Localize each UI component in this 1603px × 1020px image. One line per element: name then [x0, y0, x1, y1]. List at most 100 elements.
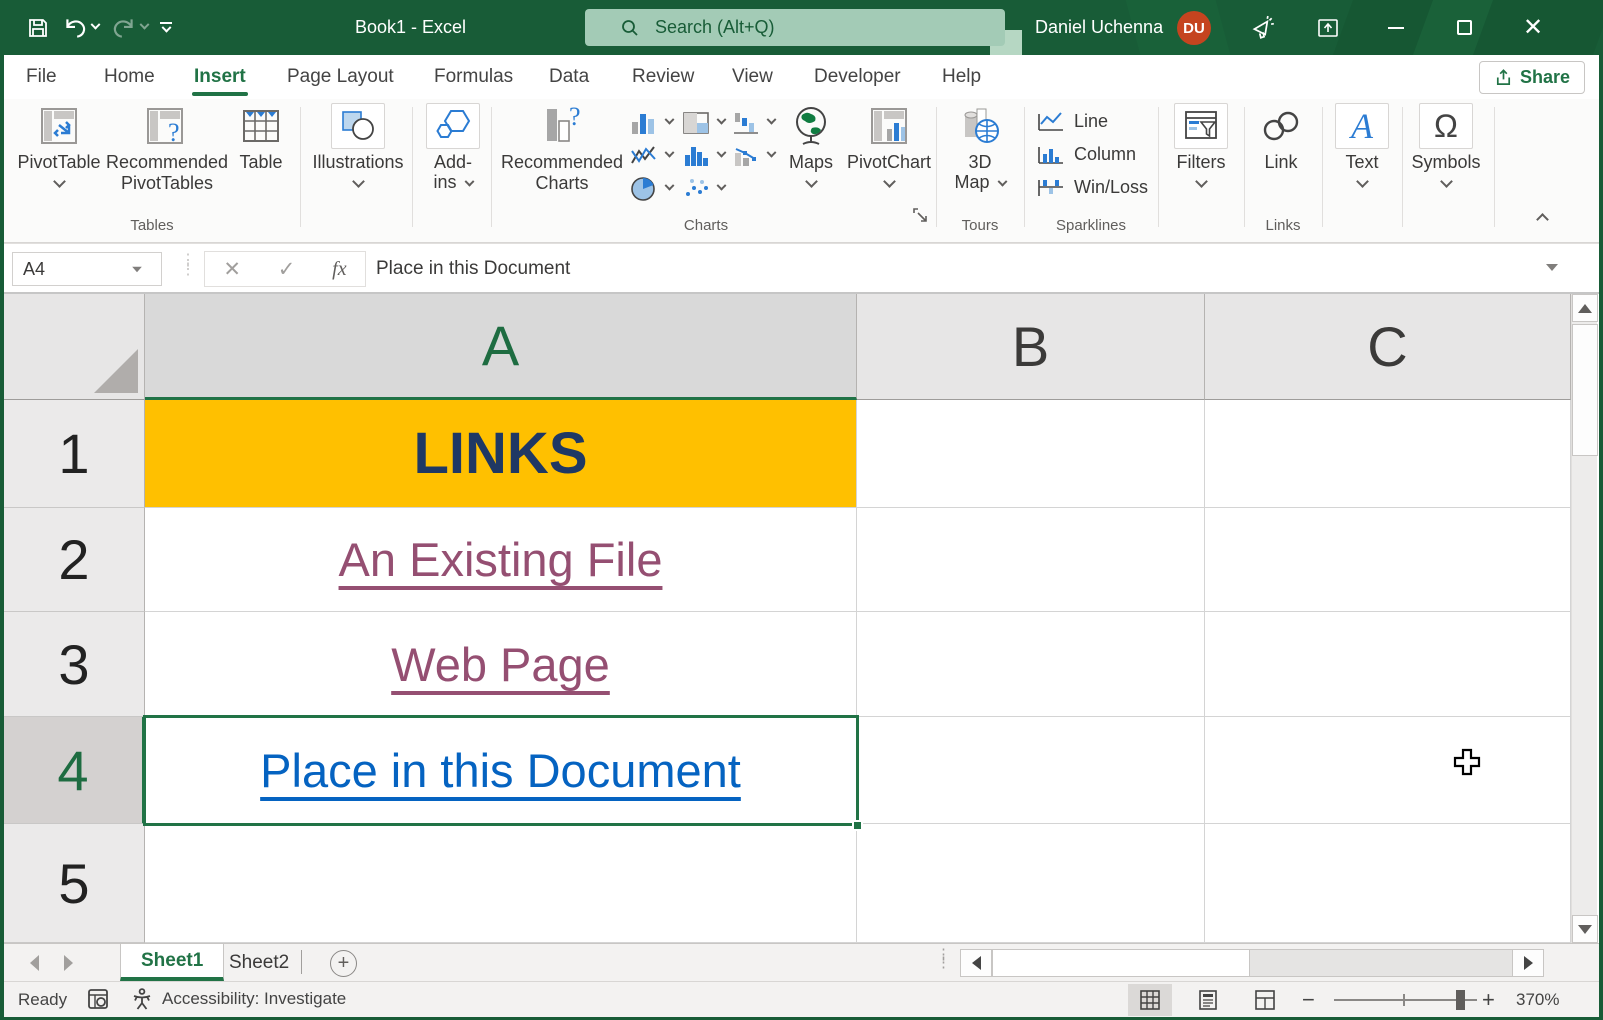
maps-dropdown-chevron[interactable]: [805, 175, 818, 188]
pivottable-dropdown-chevron[interactable]: [53, 175, 66, 188]
insert-column-chart-button[interactable]: [628, 107, 680, 138]
addins-button[interactable]: Add- ins: [418, 103, 488, 193]
pivottable-button[interactable]: PivotTable: [14, 103, 104, 186]
cell-c3[interactable]: [1205, 612, 1571, 717]
tab-view[interactable]: View: [728, 55, 777, 99]
tab-page-layout[interactable]: Page Layout: [283, 55, 398, 99]
redo-dropdown-chevron[interactable]: [140, 20, 150, 30]
zoom-in-button[interactable]: +: [1482, 987, 1495, 1013]
hyperlink-place-in-document[interactable]: Place in this Document: [260, 743, 741, 798]
tab-file[interactable]: File: [22, 55, 61, 99]
sparkline-winloss-button[interactable]: Win/Loss: [1036, 172, 1148, 202]
fill-handle[interactable]: [852, 820, 863, 831]
illustrations-dropdown-chevron[interactable]: [352, 175, 365, 188]
scroll-up-button[interactable]: [1572, 294, 1598, 322]
name-box-input[interactable]: [13, 259, 123, 280]
zoom-level[interactable]: 370%: [1516, 990, 1559, 1010]
customize-quick-access-button[interactable]: [154, 8, 178, 48]
insert-function-icon[interactable]: fx: [332, 258, 346, 281]
maximize-button[interactable]: [1441, 0, 1487, 55]
macro-record-button[interactable]: [86, 987, 110, 1016]
column-header-a[interactable]: A: [145, 294, 857, 400]
horizontal-scrollbar-thumb[interactable]: [992, 949, 1250, 977]
insert-hierarchy-chart-button[interactable]: [680, 107, 732, 138]
row-header-3[interactable]: 3: [4, 612, 145, 717]
insert-combo-chart-button[interactable]: [730, 140, 782, 171]
maps-button[interactable]: Maps: [782, 103, 840, 186]
minimize-button[interactable]: [1373, 0, 1419, 55]
sparkline-line-button[interactable]: Line: [1036, 106, 1108, 136]
tab-insert[interactable]: Insert: [190, 55, 250, 99]
illustrations-button[interactable]: Illustrations: [308, 103, 408, 186]
cell-c2[interactable]: [1205, 508, 1571, 612]
redo-button[interactable]: [105, 8, 154, 48]
cell-b5[interactable]: [857, 824, 1205, 943]
cell-c4[interactable]: [1205, 717, 1571, 824]
tab-help[interactable]: Help: [938, 55, 985, 99]
scroll-down-button[interactable]: [1572, 915, 1598, 943]
share-button[interactable]: Share: [1479, 61, 1585, 94]
scrollbar-resize-grip[interactable]: ⋮⋮: [936, 951, 951, 967]
close-button[interactable]: ✕: [1510, 0, 1556, 55]
filters-dropdown-chevron[interactable]: [1195, 175, 1208, 188]
insert-line-chart-button[interactable]: [628, 140, 680, 171]
undo-dropdown-chevron[interactable]: [91, 20, 101, 30]
cell-b4[interactable]: [857, 717, 1205, 824]
column-header-c[interactable]: C: [1205, 294, 1571, 400]
horizontal-scrollbar[interactable]: [960, 949, 1544, 977]
tab-home[interactable]: Home: [100, 55, 159, 99]
tab-developer[interactable]: Developer: [810, 55, 905, 99]
cell-a2[interactable]: An Existing File: [145, 508, 857, 612]
cell-b3[interactable]: [857, 612, 1205, 717]
scroll-left-button[interactable]: [960, 949, 992, 977]
cell-a5[interactable]: [145, 824, 857, 943]
cell-a4[interactable]: Place in this Document: [145, 717, 857, 824]
insert-scatter-chart-button[interactable]: [680, 173, 732, 204]
insert-statistic-chart-button[interactable]: [680, 140, 732, 171]
scroll-right-button[interactable]: [1512, 949, 1544, 977]
tab-review[interactable]: Review: [628, 55, 698, 99]
new-sheet-button[interactable]: +: [330, 950, 357, 977]
symbols-button[interactable]: Ω Symbols: [1408, 103, 1484, 186]
insert-waterfall-chart-button[interactable]: [730, 107, 782, 138]
link-button[interactable]: Link: [1250, 103, 1312, 173]
3d-map-dropdown-chevron[interactable]: [997, 177, 1007, 187]
enter-check-icon[interactable]: ✓: [278, 257, 296, 282]
filters-button[interactable]: Filters: [1164, 103, 1238, 186]
view-normal-button[interactable]: [1128, 984, 1172, 1016]
formula-bar-grip[interactable]: ⋮⋮: [180, 256, 196, 274]
hyperlink-web-page[interactable]: Web Page: [391, 637, 610, 692]
search-input[interactable]: [655, 17, 985, 38]
row-header-2[interactable]: 2: [4, 508, 145, 612]
tab-formulas[interactable]: Formulas: [430, 55, 517, 99]
vertical-scrollbar-thumb[interactable]: [1572, 324, 1598, 456]
row-header-5[interactable]: 5: [4, 824, 145, 943]
symbols-dropdown-chevron[interactable]: [1440, 175, 1453, 188]
row-header-4[interactable]: 4: [4, 717, 145, 824]
column-header-b[interactable]: B: [857, 294, 1205, 400]
search-box[interactable]: [585, 9, 1005, 46]
save-button[interactable]: [20, 8, 56, 48]
sheet-nav-next[interactable]: [64, 955, 73, 971]
cell-b1[interactable]: [857, 400, 1205, 508]
formula-input[interactable]: [376, 251, 1526, 287]
tab-data[interactable]: Data: [545, 55, 593, 99]
collapse-ribbon-button[interactable]: [1538, 211, 1547, 229]
table-button[interactable]: Table: [230, 103, 292, 173]
zoom-slider-thumb[interactable]: [1456, 990, 1465, 1010]
pivotchart-button[interactable]: PivotChart: [842, 103, 936, 186]
view-page-break-button[interactable]: [1243, 984, 1287, 1016]
account-area[interactable]: Daniel Uchenna: [1035, 0, 1163, 55]
sheet-tab-sheet2[interactable]: Sheet2: [209, 944, 309, 981]
sheet-nav-previous[interactable]: [30, 955, 39, 971]
zoom-out-button[interactable]: −: [1302, 987, 1315, 1013]
cancel-icon[interactable]: ✕: [223, 257, 241, 282]
cell-c1[interactable]: [1205, 400, 1571, 508]
row-header-1[interactable]: 1: [4, 400, 145, 508]
cell-a1[interactable]: LINKS: [145, 400, 857, 508]
pivotchart-dropdown-chevron[interactable]: [883, 175, 896, 188]
recommended-pivottables-button[interactable]: ? Recommended PivotTables: [102, 103, 232, 194]
cell-a3[interactable]: Web Page: [145, 612, 857, 717]
expand-formula-bar-icon[interactable]: [1546, 264, 1558, 271]
sparkline-column-button[interactable]: Column: [1036, 139, 1136, 169]
